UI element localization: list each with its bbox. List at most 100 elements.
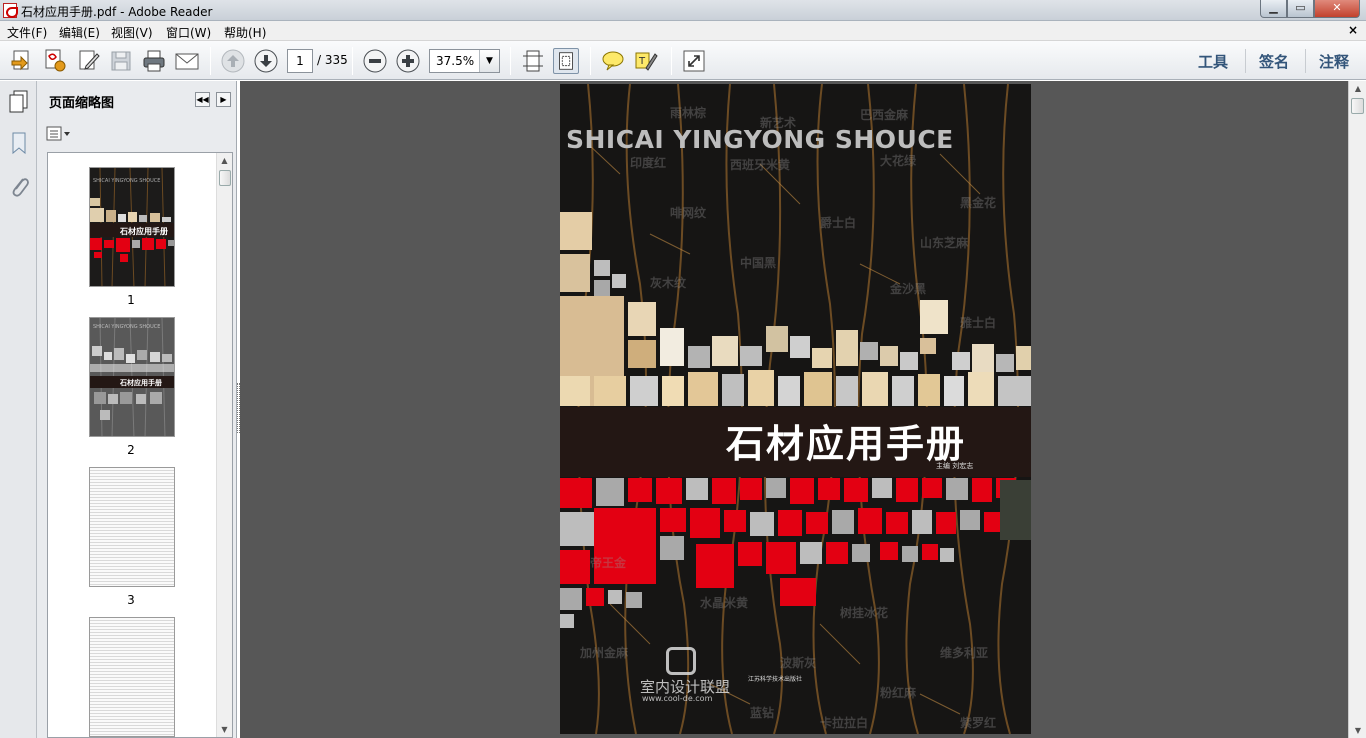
bg-word: 卡拉拉白 <box>820 716 869 730</box>
edit-pdf-icon[interactable] <box>76 48 102 74</box>
bg-word: 灰木纹 <box>650 276 687 290</box>
minimize-button[interactable]: ▁ <box>1260 0 1287 18</box>
menu-view[interactable]: 视图(V) <box>111 24 153 41</box>
svg-text:石材应用手册: 石材应用手册 <box>119 378 162 387</box>
close-document-icon[interactable]: × <box>1348 23 1358 37</box>
thumbnail-page-3[interactable] <box>89 467 175 587</box>
bg-word: 帝王金 <box>590 556 627 570</box>
zoom-select[interactable]: 37.5% ▼ <box>429 49 500 73</box>
fit-width-scroll-icon[interactable] <box>520 48 546 74</box>
cover-editor: 主编 刘宏志 <box>936 462 974 470</box>
expand-panel-icon[interactable]: ▶ <box>216 92 231 107</box>
svg-text:SHICAI YINGYONG SHOUCE: SHICAI YINGYONG SHOUCE <box>93 324 160 330</box>
svg-text:石材应用手册: 石材应用手册 <box>119 226 168 236</box>
maximize-button[interactable]: ▭ <box>1287 0 1314 18</box>
thumbnail-label: 3 <box>127 593 135 607</box>
create-pdf-icon[interactable] <box>42 48 68 74</box>
bg-word: 啡网纹 <box>670 206 707 220</box>
toolbar: 1 / 335 37.5% ▼ T 工具 签名 注释 <box>0 41 1366 80</box>
bg-word: 雅士白 <box>960 316 997 330</box>
comment-icon[interactable] <box>600 48 626 74</box>
toolbar-separator <box>352 47 353 75</box>
menu-file[interactable]: 文件(F) <box>7 24 47 41</box>
collapse-panel-icon[interactable]: ◀◀ <box>195 92 210 107</box>
email-icon[interactable] <box>174 48 200 74</box>
cover-title-band: 石材应用手册 主编 刘宏志 <box>560 407 1031 477</box>
zoom-in-icon[interactable] <box>395 48 421 74</box>
thumbnail-image: SHICAI YINGYONG SHOUCE 石材应用手册 <box>90 168 174 286</box>
print-icon[interactable] <box>141 48 167 74</box>
bg-word: 紫罗红 <box>960 716 997 730</box>
watermark-url: www.cool-de.com <box>642 694 713 703</box>
panel-title: 页面缩略图 <box>49 96 115 111</box>
bg-word: 黑金花 <box>960 196 997 210</box>
open-file-icon[interactable] <box>9 48 35 74</box>
thumbnail-page-2[interactable]: SHICAI YINGYONG SHOUCE 石材应用手册 <box>89 317 175 437</box>
title-bar: 石材应用手册.pdf - Adobe Reader ▁ ▭ ✕ <box>0 0 1366 21</box>
thumbnail-page-1[interactable]: SHICAI YINGYONG SHOUCE 石材应用手册 <box>89 167 175 287</box>
close-button[interactable]: ✕ <box>1314 0 1360 18</box>
publisher-name: 江苏科学技术出版社 <box>748 676 803 683</box>
page-thumbnails-panel: 页面缩略图 ◀◀ ▶ SHICAI YINGYONG SHOUCE 石材应用手册 <box>37 81 237 738</box>
navigation-pane <box>0 81 37 738</box>
svg-text:T: T <box>638 56 646 67</box>
watermark-logo-icon <box>666 647 696 675</box>
document-scrollbar[interactable]: ▲ ▼ <box>1348 81 1366 738</box>
bg-word: 巴西金麻 <box>860 108 909 122</box>
previous-page-icon[interactable] <box>220 48 246 74</box>
highlight-icon[interactable]: T <box>633 48 659 74</box>
tools-link[interactable]: 工具 <box>1198 51 1228 72</box>
chevron-down-icon[interactable]: ▼ <box>479 50 499 72</box>
pdf-page-cover: 雨林棕 新艺术 巴西金麻 印度红 西班牙米黄 大花绿 黑金花 啡网纹 爵士白 山… <box>560 84 1031 734</box>
bg-word: 粉红麻 <box>880 686 917 700</box>
cover-title: 石材应用手册 <box>726 422 967 466</box>
menu-edit[interactable]: 编辑(E) <box>59 24 100 41</box>
comment-link[interactable]: 注释 <box>1319 51 1349 72</box>
thumbnail-label: 2 <box>127 443 135 457</box>
page-number-input[interactable]: 1 <box>287 49 313 73</box>
bg-word: 金沙黑 <box>890 282 927 296</box>
toolbar-separator <box>1245 49 1246 73</box>
bg-word: 印度红 <box>630 156 667 170</box>
thumbnail-page-4[interactable] <box>89 617 175 737</box>
fit-page-icon[interactable] <box>553 48 579 74</box>
bg-word: 波斯灰 <box>780 656 817 670</box>
page-thumbnails-icon[interactable] <box>8 89 30 113</box>
scroll-up-icon[interactable]: ▲ <box>1350 81 1366 96</box>
menu-window[interactable]: 窗口(W) <box>166 24 211 41</box>
save-icon[interactable] <box>108 48 134 74</box>
toolbar-separator <box>671 47 672 75</box>
scroll-up-icon[interactable]: ▲ <box>217 153 232 168</box>
bg-word: 树挂冰花 <box>840 606 889 620</box>
zoom-value: 37.5% <box>436 54 475 68</box>
next-page-icon[interactable] <box>253 48 279 74</box>
options-menu-icon[interactable] <box>46 126 72 142</box>
bg-word: 中国黑 <box>740 256 777 270</box>
scrollbar-thumb[interactable] <box>219 170 231 186</box>
scroll-down-icon[interactable]: ▼ <box>217 722 232 737</box>
bg-word: 加州金麻 <box>580 646 629 660</box>
attachments-icon[interactable] <box>8 174 30 198</box>
bookmarks-icon[interactable] <box>8 131 30 155</box>
menu-help[interactable]: 帮助(H) <box>224 24 266 41</box>
scrollbar-thumb[interactable] <box>1351 98 1364 114</box>
toolbar-separator <box>590 47 591 75</box>
expand-fullscreen-icon[interactable] <box>681 48 707 74</box>
bg-word: 大花绿 <box>880 154 917 168</box>
scroll-down-icon[interactable]: ▼ <box>1350 723 1366 738</box>
menu-bar: 文件(F) 编辑(E) 视图(V) 窗口(W) 帮助(H) × <box>0 21 1366 41</box>
thumbnail-image: SHICAI YINGYONG SHOUCE 石材应用手册 <box>90 318 174 436</box>
cover-pinyin-title: SHICAI YINGYONG SHOUCE <box>566 125 954 154</box>
bg-word: 水晶米黄 <box>700 596 749 610</box>
adobe-reader-icon <box>3 3 18 18</box>
zoom-out-icon[interactable] <box>362 48 388 74</box>
toolbar-separator <box>210 47 211 75</box>
svg-text:SHICAI YINGYONG SHOUCE: SHICAI YINGYONG SHOUCE <box>93 178 160 184</box>
toolbar-separator <box>1305 49 1306 73</box>
sign-link[interactable]: 签名 <box>1259 51 1289 72</box>
bg-word: 西班牙米黄 <box>730 158 791 172</box>
thumbnail-label: 1 <box>127 293 135 307</box>
thumbnail-scrollbar[interactable]: ▲ ▼ <box>216 153 232 737</box>
bg-word: 蓝钻 <box>750 706 775 720</box>
thumbnail-list: SHICAI YINGYONG SHOUCE 石材应用手册 1 SHICAI Y… <box>47 152 233 738</box>
